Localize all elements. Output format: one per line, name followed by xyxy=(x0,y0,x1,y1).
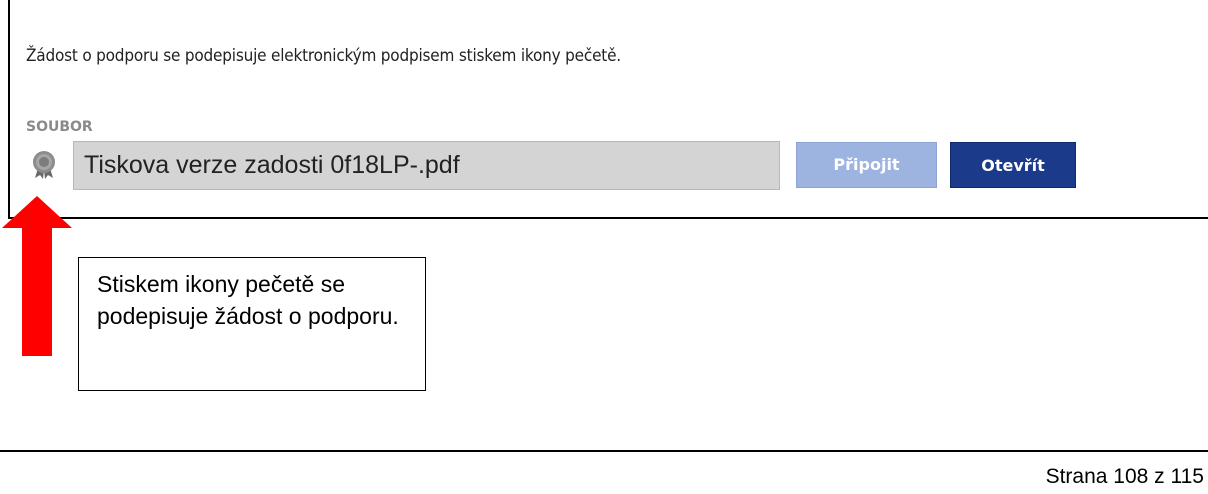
red-arrow-icon xyxy=(2,196,72,356)
file-name-field[interactable]: Tiskova verze zadosti 0f18LP-.pdf xyxy=(73,141,780,190)
footer-divider xyxy=(0,450,1208,452)
page-number: Strana 108 z 115 xyxy=(1045,465,1204,488)
open-button[interactable]: Otevřít xyxy=(950,142,1076,188)
callout-box: Stiskem ikony pečetě se podepisuje žádos… xyxy=(78,257,426,391)
intro-text: Žádost o podporu se podepisuje elektroni… xyxy=(26,46,621,66)
seal-icon[interactable] xyxy=(31,150,57,180)
file-field-label: SOUBOR xyxy=(26,119,93,135)
attach-button[interactable]: Připojit xyxy=(796,142,937,188)
